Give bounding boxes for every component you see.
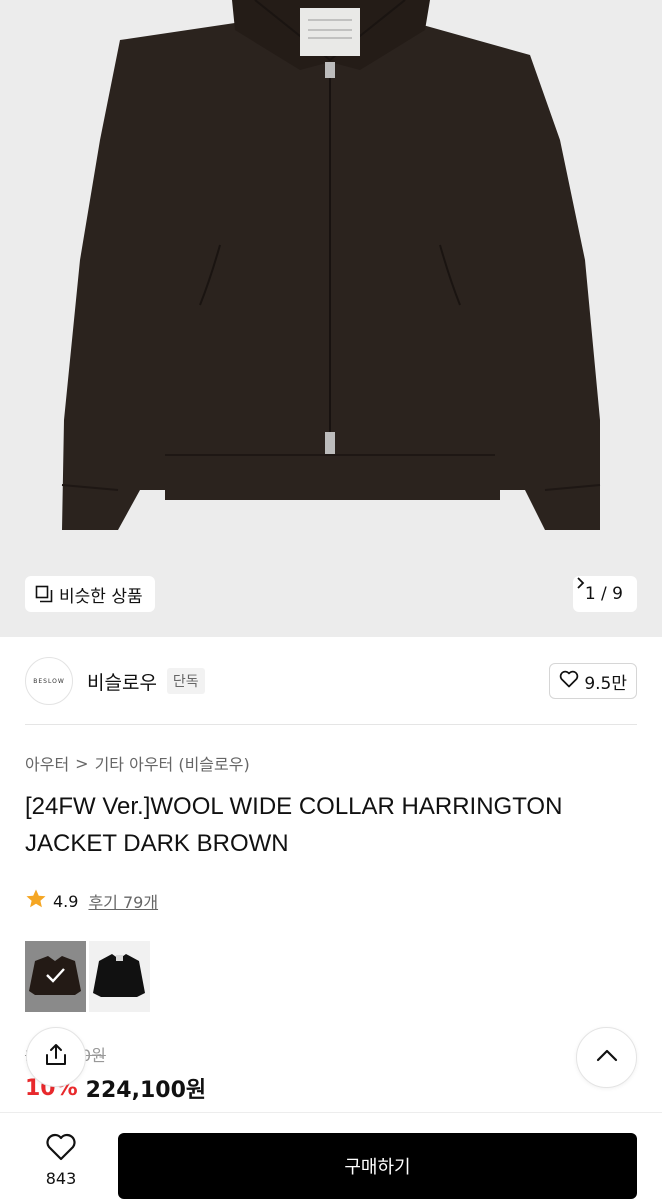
brand-name[interactable]: 비슬로우 — [87, 668, 157, 695]
share-icon — [43, 1042, 69, 1072]
brand-logo[interactable]: BESLOW — [25, 657, 73, 705]
buy-button[interactable]: 구매하기 — [118, 1133, 637, 1199]
brand-logo-text: BESLOW — [33, 677, 65, 685]
exclusive-badge: 단독 — [166, 668, 205, 694]
image-counter[interactable]: 1 / 9 — [572, 576, 637, 612]
variant-thumbnail-dark-brown[interactable] — [25, 941, 86, 1012]
heart-icon — [45, 1133, 77, 1165]
wishlist-count: 843 — [45, 1169, 77, 1188]
image-counter-text: 1 / 9 — [584, 584, 623, 604]
sale-price: 224,100원 — [85, 1078, 207, 1103]
jacket-image — [61, 0, 601, 530]
scroll-top-button[interactable] — [576, 1027, 637, 1088]
similar-products-icon — [35, 585, 53, 603]
rating-row: 4.9 후기 79개 — [25, 888, 158, 914]
share-button[interactable] — [26, 1027, 86, 1087]
product-title: [24FW Ver.]WOOL WIDE COLLAR HARRINGTON J… — [25, 793, 563, 857]
chevron-up-icon — [594, 1043, 620, 1073]
wishlist-button[interactable]: 843 — [30, 1133, 92, 1188]
breadcrumb-item-outer[interactable]: 아우터 — [25, 751, 69, 775]
breadcrumb-separator: > — [75, 753, 89, 773]
brand-like-button[interactable]: 9.5만 — [549, 663, 637, 699]
heart-icon — [559, 670, 579, 693]
reviews-link[interactable]: 후기 79개 — [88, 889, 158, 913]
star-icon — [25, 888, 47, 914]
divider — [25, 724, 637, 725]
rating-score: 4.9 — [53, 891, 79, 911]
brand-like-count: 9.5만 — [584, 673, 627, 694]
breadcrumb-item-other-outer[interactable]: 기타 아우터 (비슬로우) — [95, 751, 250, 775]
breadcrumb: 아우터 > 기타 아우터 (비슬로우) — [25, 751, 250, 775]
variant-thumbnail-black[interactable] — [89, 941, 150, 1012]
variant-thumbnails — [25, 941, 150, 1012]
product-image-gallery[interactable]: 비슷한 상품 1 / 9 — [0, 0, 662, 637]
brand-row: BESLOW 비슬로우 단독 9.5만 — [25, 656, 637, 706]
bottom-action-bar: 843 구매하기 — [0, 1112, 662, 1200]
similar-products-label: 비슷한 상품 — [59, 586, 143, 607]
similar-products-button[interactable]: 비슷한 상품 — [25, 576, 155, 612]
